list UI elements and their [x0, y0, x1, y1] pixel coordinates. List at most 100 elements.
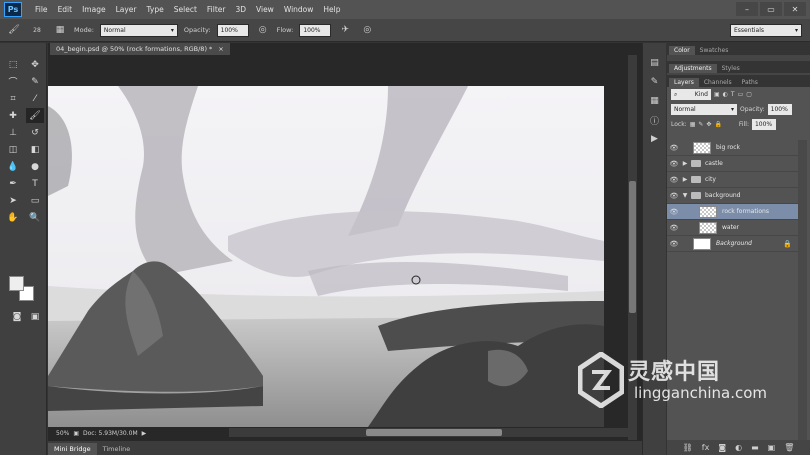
adjustment-layer-icon[interactable]: ◐: [735, 443, 742, 452]
quick-select-tool-icon[interactable]: ✎: [26, 74, 44, 89]
tab-timeline[interactable]: Timeline: [97, 443, 137, 455]
menu-help[interactable]: Help: [318, 5, 345, 14]
flow-field[interactable]: 100%: [299, 23, 332, 37]
eraser-tool-icon[interactable]: ◫: [4, 142, 22, 157]
zoom-tool-icon[interactable]: 🔍: [26, 210, 44, 225]
info-panel-icon[interactable]: ⓘ: [648, 114, 662, 127]
brush-size-picker[interactable]: 28: [28, 23, 46, 37]
vertical-scroll-thumb[interactable]: [629, 181, 636, 313]
tab-mini-bridge[interactable]: Mini Bridge: [48, 443, 97, 455]
maximize-button[interactable]: ▭: [760, 2, 782, 16]
fill-field[interactable]: 100%: [751, 119, 776, 130]
close-button[interactable]: ✕: [784, 2, 806, 16]
brush-panel-toggle-icon[interactable]: ▦: [52, 23, 68, 37]
link-layers-icon[interactable]: ⛓: [683, 443, 693, 452]
filter-kind-select[interactable]: ⌕ Kind: [671, 89, 711, 100]
document-tab[interactable]: 04_begin.psd @ 50% (rock formations, RGB…: [50, 43, 230, 55]
tab-color[interactable]: Color: [669, 46, 695, 55]
color-swatches[interactable]: [9, 276, 37, 304]
horizontal-scrollbar[interactable]: [229, 428, 628, 437]
filter-shape-icon[interactable]: ▭: [738, 91, 744, 98]
new-group-icon[interactable]: ▬: [751, 443, 759, 452]
lock-position-icon[interactable]: ✥: [706, 121, 711, 128]
layer-city[interactable]: 👁 ▶ city: [667, 172, 798, 188]
tab-layers[interactable]: Layers: [669, 78, 699, 87]
menu-view[interactable]: View: [251, 5, 279, 14]
layer-water[interactable]: 👁 water: [667, 220, 798, 236]
brush-preset-icon[interactable]: 🖌: [6, 23, 22, 37]
airbrush-icon[interactable]: ✈: [337, 23, 353, 37]
layer-background-group[interactable]: 👁 ▼ background: [667, 188, 798, 204]
brush-panel-icon[interactable]: ▦: [648, 95, 662, 107]
menu-layer[interactable]: Layer: [111, 5, 142, 14]
new-layer-icon[interactable]: ▣: [768, 443, 776, 452]
lasso-tool-icon[interactable]: ⌒: [4, 74, 22, 89]
expand-arrow-icon[interactable]: ▶: [681, 160, 689, 167]
menu-window[interactable]: Window: [279, 5, 319, 14]
workspace-select[interactable]: Essentials ▾: [730, 24, 802, 37]
mode-select[interactable]: Normal ▾: [99, 23, 178, 37]
history-panel-icon[interactable]: ▤: [648, 57, 662, 69]
collapse-arrow-icon[interactable]: ▼: [681, 192, 689, 199]
tab-styles[interactable]: Styles: [717, 64, 745, 73]
eyedropper-tool-icon[interactable]: ⁄: [26, 91, 44, 106]
minimize-button[interactable]: –: [736, 2, 758, 16]
canvas[interactable]: [48, 86, 604, 427]
eye-icon[interactable]: 👁: [667, 192, 681, 200]
screen-mode-icon[interactable]: ▣: [26, 309, 44, 324]
eye-icon[interactable]: 👁: [667, 240, 681, 248]
foreground-color-swatch[interactable]: [9, 276, 24, 291]
eye-icon[interactable]: 👁: [667, 160, 681, 168]
hand-tool-icon[interactable]: ✋: [4, 210, 22, 225]
lock-transparent-icon[interactable]: ▦: [690, 121, 696, 128]
horizontal-scroll-thumb[interactable]: [366, 429, 502, 436]
layer-big-rock[interactable]: 👁 big rock: [667, 140, 798, 156]
eye-icon[interactable]: 👁: [667, 208, 681, 216]
menu-edit[interactable]: Edit: [53, 5, 78, 14]
pressure-size-icon[interactable]: ◎: [359, 23, 375, 37]
painting-canvas[interactable]: [48, 86, 604, 427]
tab-channels[interactable]: Channels: [699, 78, 737, 87]
eye-icon[interactable]: 👁: [667, 224, 681, 232]
menu-image[interactable]: Image: [77, 5, 111, 14]
menu-file[interactable]: File: [30, 5, 53, 14]
rectangle-tool-icon[interactable]: ▭: [26, 193, 44, 208]
lock-image-icon[interactable]: ✎: [698, 121, 703, 128]
add-mask-icon[interactable]: ◙: [718, 443, 726, 452]
history-brush-tool-icon[interactable]: ↺: [26, 125, 44, 140]
blur-tool-icon[interactable]: 💧: [4, 159, 22, 174]
quick-mask-icon[interactable]: ◙: [8, 309, 26, 324]
opacity-field[interactable]: 100%: [216, 23, 249, 37]
trash-icon[interactable]: 🗑: [784, 443, 794, 452]
eye-icon[interactable]: 👁: [667, 176, 681, 184]
marquee-tool-icon[interactable]: ⬚: [4, 57, 22, 72]
layers-scrollbar[interactable]: [798, 140, 807, 455]
layer-castle[interactable]: 👁 ▶ castle: [667, 156, 798, 172]
pen-tool-icon[interactable]: ✒: [4, 176, 22, 191]
layer-background[interactable]: 👁 Background 🔒: [667, 236, 798, 252]
tab-swatches[interactable]: Swatches: [695, 46, 734, 55]
move-tool-icon[interactable]: ✥: [26, 57, 44, 72]
actions-panel-icon[interactable]: ▶: [648, 133, 662, 145]
properties-panel-icon[interactable]: ✎: [648, 76, 662, 88]
fx-icon[interactable]: fx: [702, 443, 710, 452]
path-select-tool-icon[interactable]: ➤: [4, 193, 22, 208]
eye-icon[interactable]: 👁: [667, 144, 681, 152]
menu-type[interactable]: Type: [142, 5, 169, 14]
crop-tool-icon[interactable]: ⌗: [4, 91, 22, 106]
filter-pixel-icon[interactable]: ▣: [714, 91, 720, 98]
menu-filter[interactable]: Filter: [202, 5, 231, 14]
zoom-level[interactable]: 50%: [56, 430, 69, 437]
layer-opacity-field[interactable]: 100%: [767, 104, 792, 115]
layer-rock-formations[interactable]: 👁 rock formations: [667, 204, 798, 220]
type-tool-icon[interactable]: T: [26, 176, 44, 191]
menu-select[interactable]: Select: [169, 5, 202, 14]
share-icon[interactable]: ▣: [73, 430, 79, 437]
expand-arrow-icon[interactable]: ▶: [681, 176, 689, 183]
filter-smart-icon[interactable]: ▢: [746, 91, 752, 98]
lock-all-icon[interactable]: 🔒: [714, 121, 721, 128]
menu-3d[interactable]: 3D: [230, 5, 251, 14]
tab-adjustments[interactable]: Adjustments: [669, 64, 717, 73]
status-menu-icon[interactable]: ▶: [142, 430, 147, 437]
healing-tool-icon[interactable]: ✚: [4, 108, 22, 123]
